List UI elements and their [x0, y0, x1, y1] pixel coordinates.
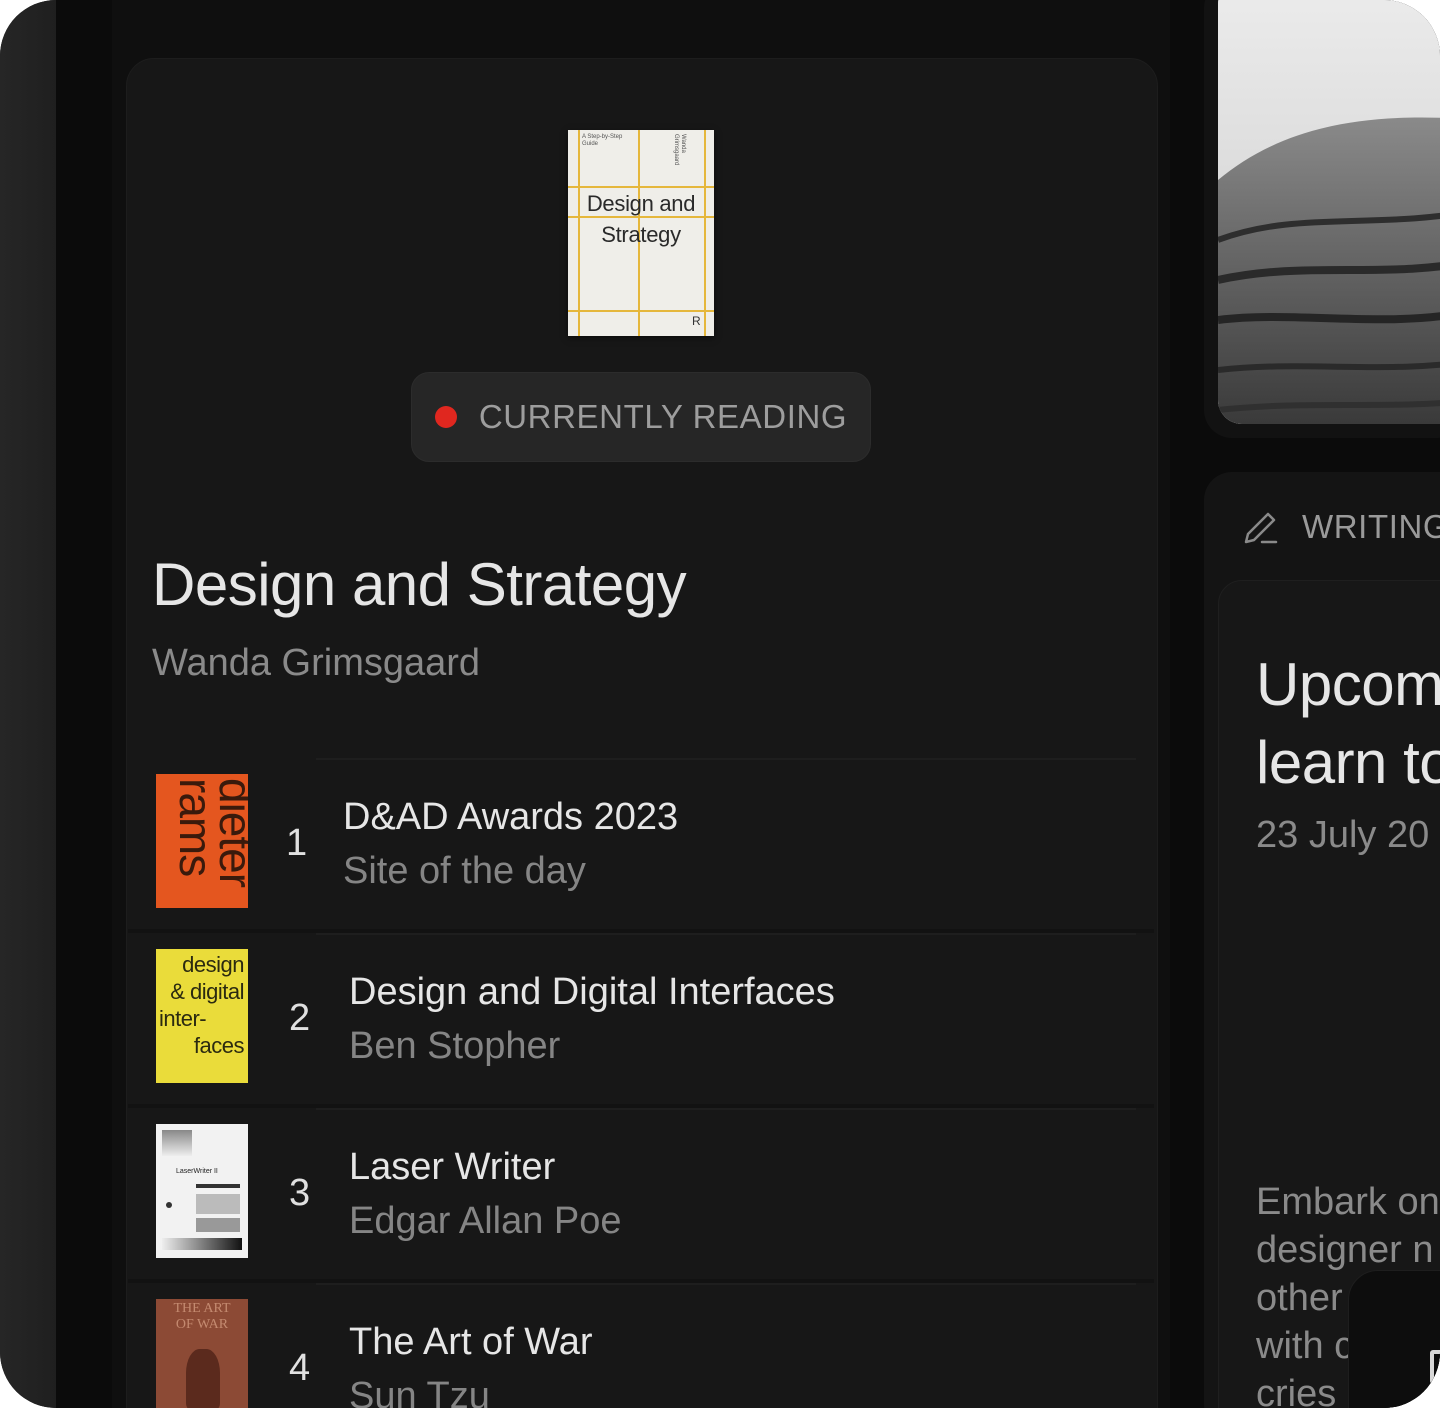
current-book-cover[interactable]: A Step-by-Step Guide Wanda Grimsgaard De… [568, 130, 714, 336]
thumb-text: design & digital [170, 952, 244, 1004]
book-thumb: LaserWriter II [156, 1124, 248, 1258]
item-title: The Art of War [349, 1321, 593, 1363]
dunes-image [1218, 0, 1440, 424]
book-thumb: THE ART OF WAR [156, 1299, 248, 1408]
thumb-text: LaserWriter II [176, 1168, 218, 1175]
publisher-mark: R [692, 314, 701, 328]
floating-widget[interactable] [1348, 1270, 1440, 1408]
rank-number: 4 [289, 1347, 311, 1389]
currently-reading-badge: CURRENTLY READING [411, 372, 871, 462]
list-item[interactable]: dieter rams 1 D&AD Awards 2023 Site of t… [126, 758, 1156, 933]
cover-title: Design and Strategy [586, 191, 696, 247]
device-icon [1430, 1350, 1440, 1384]
cover-series: A Step-by-Step Guide [582, 134, 623, 147]
pencil-icon [1244, 512, 1278, 544]
thumb-text: THE ART OF WAR [173, 1301, 231, 1332]
rank-number: 2 [289, 997, 311, 1039]
book-thumb: dieter rams [156, 774, 248, 908]
item-subtitle: Ben Stopher [349, 1025, 561, 1067]
list-item[interactable]: LaserWriter II 3 Laser Writer Edgar Alla… [126, 1108, 1156, 1283]
item-subtitle: Site of the day [343, 850, 586, 892]
post-date: 23 July 20 [1256, 814, 1430, 856]
rank-number: 1 [286, 822, 308, 864]
item-title: D&AD Awards 2023 [343, 796, 679, 838]
list-item[interactable]: THE ART OF WAR 4 The Art of War Sun Tzu [126, 1283, 1156, 1408]
item-subtitle: Edgar Allan Poe [349, 1200, 622, 1242]
book-thumb: design & digital inter- faces [156, 949, 248, 1083]
writing-section-label: WRITING [1302, 508, 1440, 545]
item-title: Design and Digital Interfaces [349, 971, 835, 1013]
cover-author-vertical: Wanda Grimsgaard [673, 134, 686, 166]
item-title: Laser Writer [349, 1146, 556, 1188]
item-subtitle: Sun Tzu [349, 1375, 490, 1408]
list-item[interactable]: design & digital inter- faces 2 Design a… [126, 933, 1156, 1108]
app-frame: A Step-by-Step Guide Wanda Grimsgaard De… [0, 0, 1440, 1408]
rank-number: 3 [289, 1172, 311, 1214]
thumb-text: dieter rams [170, 778, 248, 888]
landscape-photo[interactable] [1218, 0, 1440, 424]
left-column-edge [0, 0, 56, 1408]
post-title[interactable]: Upcom learn to [1256, 646, 1440, 802]
book-title[interactable]: Design and Strategy [152, 550, 687, 619]
status-dot-icon [434, 406, 457, 428]
status-label: CURRENTLY READING [478, 398, 848, 435]
book-author: Wanda Grimsgaard [152, 642, 481, 684]
